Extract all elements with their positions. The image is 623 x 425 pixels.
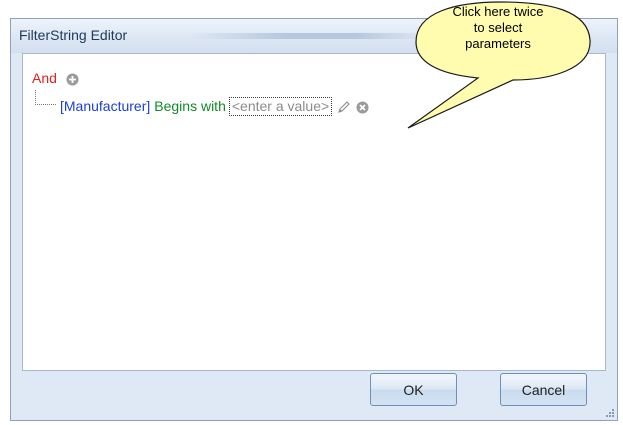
tree-connector — [35, 90, 56, 105]
resize-grip-icon[interactable] — [605, 408, 615, 418]
group-row: And — [32, 70, 79, 86]
condition-value[interactable]: <enter a value> — [228, 97, 333, 116]
condition-field[interactable]: [Manufacturer] — [60, 98, 150, 114]
callout-line-3: parameters — [465, 36, 531, 51]
callout-line-1: Click here twice — [452, 4, 544, 19]
group-operator[interactable]: And — [32, 70, 57, 86]
remove-condition-icon[interactable] — [356, 101, 369, 114]
pencil-icon[interactable] — [337, 100, 351, 114]
callout-text: Click here twice to select parameters — [402, 4, 594, 52]
title-bar-sheen — [189, 33, 429, 39]
add-condition-icon[interactable] — [66, 73, 79, 86]
condition-operation[interactable]: Begins with — [154, 98, 226, 114]
window-title: FilterString Editor — [19, 27, 128, 43]
callout-line-2: to select — [473, 20, 523, 35]
cancel-button[interactable]: Cancel — [500, 373, 587, 406]
condition-row: [Manufacturer] Begins with <enter a value> — [32, 90, 369, 116]
ok-button[interactable]: OK — [370, 373, 457, 406]
